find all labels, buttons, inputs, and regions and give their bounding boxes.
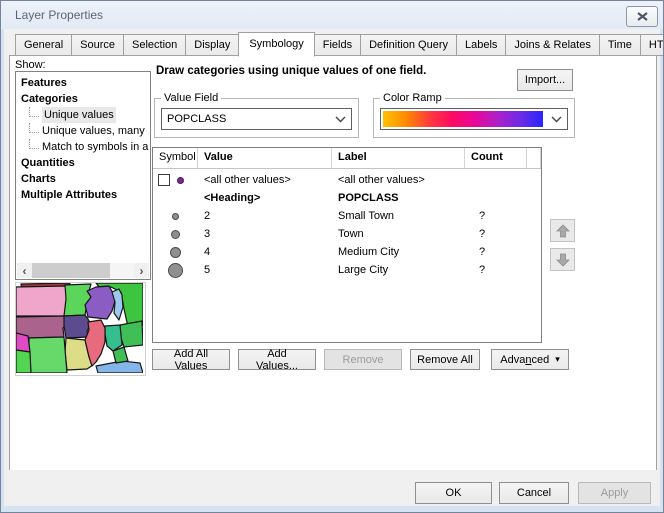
cancel-button[interactable]: Cancel <box>499 482 569 504</box>
column-header-symbol[interactable]: Symbol <box>153 148 198 168</box>
column-header-spacer <box>527 148 541 168</box>
table-body: <all other values> <all other values> <H… <box>153 169 541 279</box>
show-tree: Features Categories Unique values Unique… <box>15 71 151 280</box>
arrow-down-icon <box>556 253 570 267</box>
value-field-selected-value: POPCLASS <box>162 113 329 125</box>
window-title: Layer Properties <box>15 8 103 22</box>
tree-connector <box>29 123 39 133</box>
all-other-values-checkbox[interactable] <box>158 174 170 186</box>
tab-joins-relates[interactable]: Joins & Relates <box>505 34 599 56</box>
method-description: Draw categories using unique values of o… <box>156 65 426 77</box>
tree-item-unique-values[interactable]: Unique values <box>16 107 150 123</box>
tab-fields[interactable]: Fields <box>314 34 361 56</box>
small-town-symbol-icon[interactable] <box>172 213 179 220</box>
remove-all-button[interactable]: Remove All <box>410 349 480 370</box>
tab-html-popup[interactable]: HTML Popup <box>640 34 664 56</box>
scrollbar-thumb[interactable] <box>32 263 110 278</box>
add-all-values-button[interactable]: Add All Values <box>152 349 230 370</box>
table-row-large-city[interactable]: 5 Large City ? <box>153 261 541 279</box>
dropdown-arrow-icon: ▾ <box>555 354 560 365</box>
advanced-button[interactable]: Advanced ▾ <box>491 349 569 370</box>
tree-item-features[interactable]: Features <box>16 75 150 91</box>
tab-selection[interactable]: Selection <box>123 34 186 56</box>
value-field-combobox[interactable]: POPCLASS <box>161 108 352 130</box>
map-preview-image <box>16 283 143 373</box>
column-header-label[interactable]: Label <box>332 148 465 168</box>
scroll-left-icon[interactable]: ‹ <box>17 263 32 278</box>
tree-connector <box>29 139 39 149</box>
color-ramp-groupbox: Color Ramp <box>373 98 575 138</box>
tree-item-match-symbols[interactable]: Match to symbols in a <box>16 139 150 155</box>
table-row-heading[interactable]: <Heading> POPCLASS <box>153 189 541 207</box>
table-row-town[interactable]: 3 Town ? <box>153 225 541 243</box>
scrollbar-track[interactable] <box>110 263 134 278</box>
table-row-medium-city[interactable]: 4 Medium City ? <box>153 243 541 261</box>
value-field-label: Value Field <box>161 92 221 104</box>
apply-button[interactable]: Apply <box>578 482 651 504</box>
tab-labels[interactable]: Labels <box>456 34 506 56</box>
remove-button[interactable]: Remove <box>324 349 402 370</box>
tree-item-multiple-attributes[interactable]: Multiple Attributes <box>16 187 150 203</box>
column-header-count[interactable]: Count <box>465 148 527 168</box>
column-header-value[interactable]: Value <box>198 148 332 168</box>
large-city-symbol-icon[interactable] <box>168 263 183 278</box>
tab-source[interactable]: Source <box>71 34 124 56</box>
tree-horizontal-scrollbar[interactable]: ‹ › <box>17 263 149 278</box>
symbology-map-preview <box>15 282 146 376</box>
table-header: Symbol Value Label Count <box>153 148 541 169</box>
arrow-up-icon <box>556 224 570 238</box>
tab-definition-query[interactable]: Definition Query <box>360 34 457 56</box>
move-down-button[interactable] <box>550 248 575 271</box>
tree-connector <box>29 107 39 117</box>
all-other-values-symbol-icon[interactable] <box>177 177 184 184</box>
layer-properties-dialog: Layer Properties General Source Selectio… <box>0 0 664 513</box>
town-symbol-icon[interactable] <box>171 230 180 239</box>
add-values-button[interactable]: Add Values... <box>238 349 316 370</box>
tab-time[interactable]: Time <box>599 34 641 56</box>
color-ramp-gradient <box>383 111 543 127</box>
tree-item-charts[interactable]: Charts <box>16 171 150 187</box>
import-button[interactable]: Import... <box>517 69 573 91</box>
symbol-value-table: Symbol Value Label Count <all other valu… <box>152 147 542 343</box>
tree-item-categories[interactable]: Categories <box>16 91 150 107</box>
ok-button[interactable]: OK <box>415 482 492 504</box>
table-row-small-town[interactable]: 2 Small Town ? <box>153 207 541 225</box>
tree-item-quantities[interactable]: Quantities <box>16 155 150 171</box>
value-field-groupbox: Value Field POPCLASS <box>154 98 359 138</box>
close-button[interactable] <box>626 6 658 27</box>
table-row-all-other-values[interactable]: <all other values> <all other values> <box>153 171 541 189</box>
color-ramp-combobox[interactable] <box>380 108 568 130</box>
tab-display[interactable]: Display <box>185 34 239 56</box>
chevron-down-icon[interactable] <box>545 109 567 129</box>
tab-symbology[interactable]: Symbology <box>238 32 314 57</box>
show-label: Show: <box>15 59 46 71</box>
tab-general[interactable]: General <box>15 34 72 56</box>
scroll-right-icon[interactable]: › <box>134 263 149 278</box>
chevron-down-icon[interactable] <box>329 116 351 123</box>
move-up-button[interactable] <box>550 219 575 242</box>
tab-strip: General Source Selection Display Symbolo… <box>15 34 664 57</box>
color-ramp-label: Color Ramp <box>380 92 445 104</box>
close-icon <box>637 12 648 21</box>
tree-item-unique-values-many[interactable]: Unique values, many <box>16 123 150 139</box>
title-bar: Layer Properties <box>1 1 663 29</box>
medium-city-symbol-icon[interactable] <box>170 247 181 258</box>
advanced-button-label: Advanced <box>500 354 549 366</box>
